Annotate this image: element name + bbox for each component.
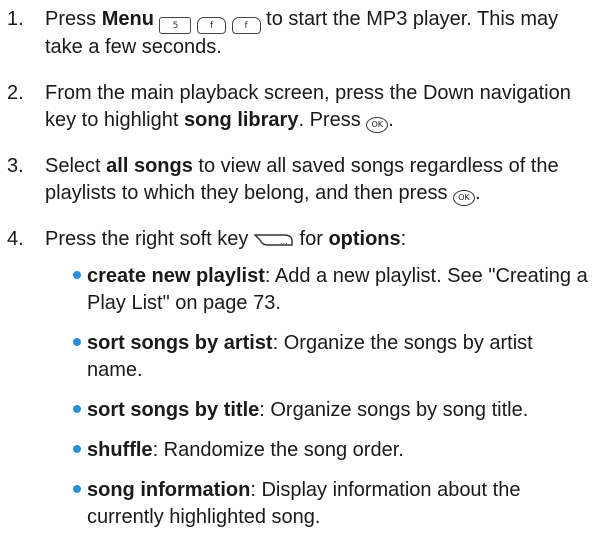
- step-4: 4. Press the right soft key ... for opti…: [0, 226, 590, 531]
- bullet-icon: [73, 338, 81, 346]
- step-text-pre: Select: [45, 155, 107, 177]
- list-item: sort songs by artist: Organize the songs…: [73, 330, 590, 384]
- ok-key-icon: OK: [366, 117, 389, 133]
- option-desc: : Organize songs by song title.: [259, 399, 529, 421]
- instruction-steps: 1. Press Menu 5 f f to start the MP3 pla…: [0, 6, 590, 550]
- step-text-post: .: [475, 182, 481, 204]
- step-2: 2. From the main playback screen, press …: [0, 80, 590, 134]
- key-f-icon: f: [231, 17, 261, 34]
- list-item: shuffle: Randomize the song order.: [73, 437, 590, 464]
- step-text-pre: Press the right soft key: [45, 228, 254, 250]
- option-term: sort songs by title: [87, 399, 260, 421]
- option-term: shuffle: [87, 439, 153, 461]
- step-text-pre: Press: [45, 8, 102, 30]
- key-5-icon: 5: [159, 17, 192, 34]
- ok-key-icon: OK: [453, 190, 476, 206]
- right-soft-key-icon: ...: [253, 228, 294, 255]
- bullet-icon: [73, 485, 81, 493]
- step-text-post: .: [388, 109, 394, 131]
- options-keyword: options: [328, 228, 401, 250]
- option-term: song information: [87, 479, 251, 501]
- bullet-icon: [73, 271, 81, 279]
- list-item: sort songs by title: Organize songs by s…: [73, 397, 590, 424]
- step-number: 3.: [7, 155, 24, 177]
- bullet-icon: [73, 405, 81, 413]
- menu-keyword: Menu: [101, 8, 154, 30]
- key-f-icon: f: [197, 17, 227, 34]
- song-library-keyword: song library: [183, 109, 299, 131]
- list-item: song information: Display information ab…: [73, 477, 590, 531]
- list-item: create new playlist: Add a new playlist.…: [73, 263, 590, 317]
- step-number: 1.: [7, 8, 24, 30]
- options-list: create new playlist: Add a new playlist.…: [45, 263, 590, 531]
- key-label: 5: [172, 21, 179, 31]
- option-desc: : Randomize the song order.: [152, 439, 404, 461]
- step-text-mid: . Press: [298, 109, 367, 131]
- step-3: 3. Select all songs to view all saved so…: [0, 153, 590, 207]
- option-term: sort songs by artist: [87, 332, 273, 354]
- step-number: 2.: [7, 82, 24, 104]
- all-songs-keyword: all songs: [106, 155, 193, 177]
- bullet-icon: [73, 445, 81, 453]
- svg-text:...: ...: [280, 237, 288, 246]
- step-1: 1. Press Menu 5 f f to start the MP3 pla…: [0, 6, 590, 61]
- ok-label: OK: [458, 193, 470, 202]
- option-term: create new playlist: [87, 265, 265, 287]
- ok-label: OK: [371, 120, 384, 129]
- key-label: f: [209, 21, 214, 31]
- step-text-post: :: [400, 228, 407, 250]
- key-label: f: [244, 21, 248, 31]
- step-number: 4.: [7, 228, 24, 250]
- step-text-mid: for: [293, 228, 329, 250]
